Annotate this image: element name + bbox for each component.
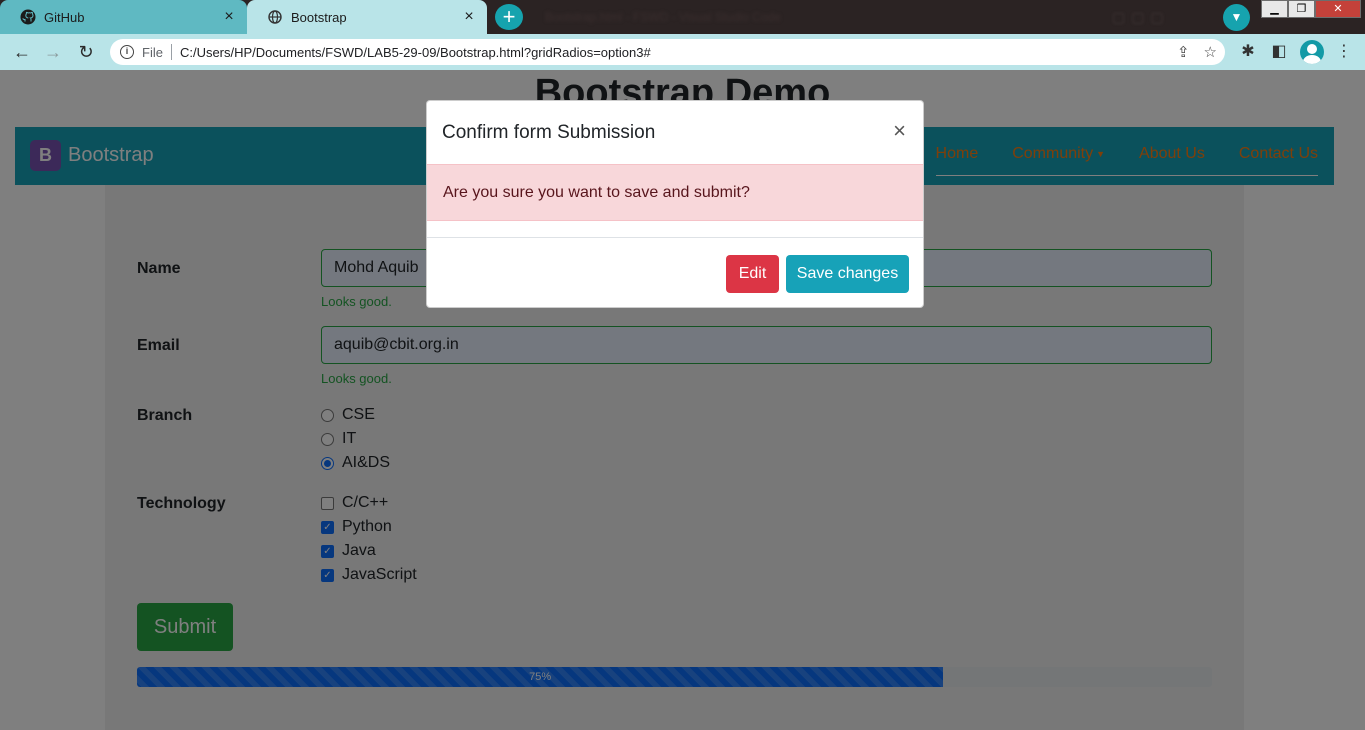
star-icon[interactable]: ☆ [1204,43,1217,61]
tab-github[interactable]: GitHub × [0,0,247,34]
background-window-icons: ▢▢▢ [1112,9,1170,25]
restore-button[interactable]: ❐ [1288,0,1315,18]
close-icon[interactable]: × [461,9,477,25]
info-icon[interactable]: i [120,45,134,59]
url-scheme: File [142,44,163,60]
browser-tabstrip: GitHub × Bootstrap × + Bootstrap.html - … [0,0,1365,34]
new-tab-button[interactable]: + [495,4,523,30]
window-controls: ▁ ❐ ✕ [1261,0,1361,18]
reload-icon[interactable]: ↻ [75,41,97,63]
tab-github-title: GitHub [44,9,85,25]
modal-footer-divider [427,237,923,238]
back-icon[interactable]: ← [11,41,33,63]
window-close-button[interactable]: ✕ [1315,0,1361,18]
url-text[interactable]: C:/Users/HP/Documents/FSWD/LAB5-29-09/Bo… [180,45,651,60]
more-menu-icon[interactable]: ⋮ [1334,42,1354,62]
edit-button[interactable]: Edit [726,255,779,293]
background-window-title: Bootstrap.html - FSWD - Visual Studio Co… [545,10,781,24]
divider [170,44,172,60]
forward-icon[interactable]: → [42,41,64,63]
side-panel-icon[interactable]: ◧ [1269,42,1289,62]
extensions-icon[interactable]: ✱ [1238,42,1258,62]
omnibox-actions: ⇪ ☆ [1177,43,1217,61]
globe-icon [267,9,283,25]
profile-avatar[interactable] [1300,40,1324,64]
modal-title: Confirm form Submission [442,122,656,143]
confirm-modal: Confirm form Submission × Are you sure y… [426,100,924,308]
github-icon [20,9,36,25]
tab-bootstrap-title: Bootstrap [291,9,347,25]
chevron-down-icon[interactable]: ▼ [1223,4,1250,31]
address-bar[interactable]: i File C:/Users/HP/Documents/FSWD/LAB5-2… [110,39,1225,65]
modal-alert-message: Are you sure you want to save and submit… [427,164,923,221]
tab-bootstrap[interactable]: Bootstrap × [247,0,487,34]
browser-toolbar: ← → ↻ i File C:/Users/HP/Documents/FSWD/… [0,34,1365,70]
close-icon[interactable]: × [893,120,906,142]
page-viewport: Bootstrap Demo B Bootstrap Home Communit… [0,70,1365,730]
close-icon[interactable]: × [221,9,237,25]
save-changes-button[interactable]: Save changes [786,255,909,293]
minimize-button[interactable]: ▁ [1261,0,1288,18]
share-icon[interactable]: ⇪ [1177,43,1190,61]
